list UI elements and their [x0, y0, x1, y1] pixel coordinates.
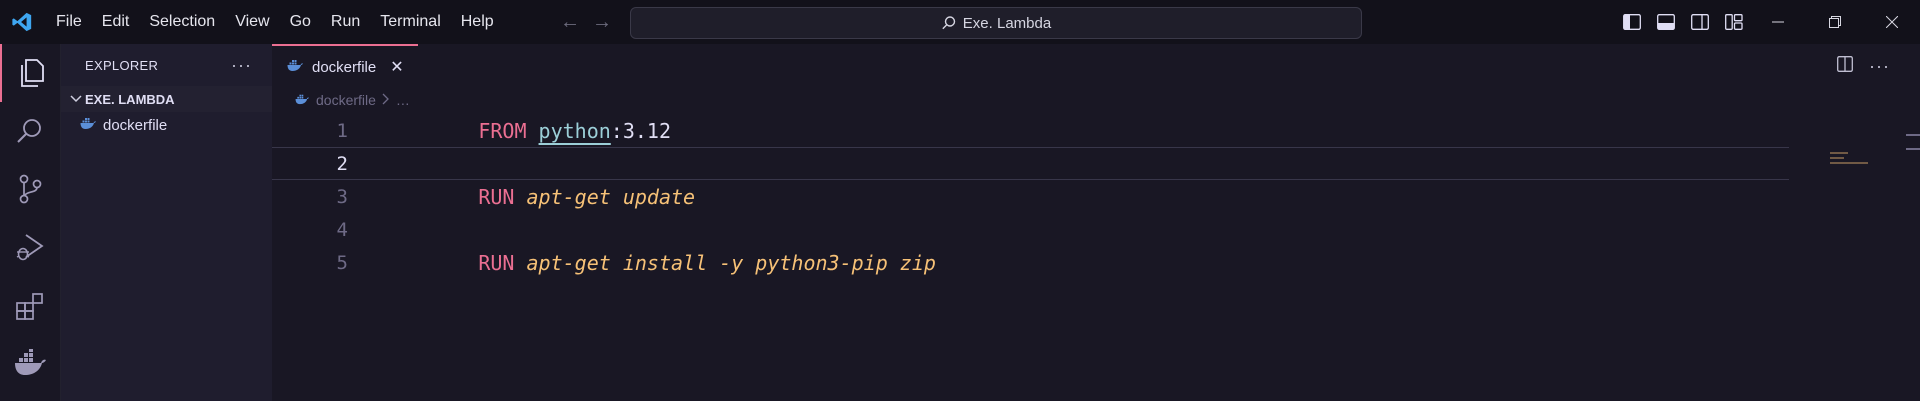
code-command: apt-get install -y python3-pip zip: [526, 250, 936, 275]
docker-file-icon: [79, 116, 97, 134]
files-icon[interactable]: [0, 44, 62, 102]
minimize-icon[interactable]: [1749, 0, 1806, 44]
search-icon: [942, 16, 955, 30]
explorer-sidebar: EXPLORER ··· EXE. LAMBDA dockerfile: [61, 44, 272, 401]
minimap[interactable]: [1830, 152, 1880, 172]
folder-name: EXE. LAMBDA: [85, 91, 175, 107]
vscode-logo-icon: [0, 0, 44, 44]
file-tree-item[interactable]: dockerfile: [61, 112, 272, 138]
menu-file[interactable]: File: [46, 0, 92, 44]
line-number: 2: [336, 152, 348, 175]
code-image-name: python: [538, 118, 611, 143]
close-icon[interactable]: [1863, 0, 1920, 44]
forward-arrow-icon[interactable]: →: [592, 11, 612, 34]
tab-close-icon[interactable]: ✕: [390, 57, 403, 77]
code-keyword: RUN: [478, 184, 515, 209]
code-keyword: RUN: [478, 250, 515, 275]
search-icon[interactable]: [0, 102, 60, 160]
editor-tab-bar: dockerfile ✕ ···: [272, 44, 1920, 88]
layout-controls: [1620, 0, 1746, 44]
line-number: 4: [336, 218, 348, 241]
line-number: 3: [336, 185, 348, 208]
menu-view[interactable]: View: [225, 0, 279, 44]
back-arrow-icon[interactable]: ←: [560, 11, 580, 34]
code-line[interactable]: 3 RUN apt-get update: [272, 180, 1920, 213]
sidebar-header: EXPLORER ···: [61, 44, 272, 86]
docker-file-icon: [286, 58, 304, 76]
docker-icon[interactable]: [0, 334, 60, 392]
activity-bar: [0, 44, 61, 401]
menu-edit[interactable]: Edit: [92, 0, 140, 44]
code-editor[interactable]: 1 FROM python:3.12 2 3 RUN apt-get updat…: [272, 114, 1920, 279]
menu-run[interactable]: Run: [321, 0, 370, 44]
line-number: 5: [336, 251, 348, 274]
customize-layout-icon[interactable]: [1722, 10, 1746, 34]
source-control-icon[interactable]: [0, 160, 60, 218]
docker-file-icon: [294, 92, 310, 108]
menu-selection[interactable]: Selection: [139, 0, 225, 44]
editor-tab-dockerfile[interactable]: dockerfile ✕: [272, 44, 418, 88]
title-bar: File Edit Selection View Go Run Terminal…: [0, 0, 1920, 44]
toggle-panel-icon[interactable]: [1654, 10, 1678, 34]
editor-actions: ···: [1837, 44, 1890, 88]
menu-terminal[interactable]: Terminal: [370, 0, 450, 44]
chevron-down-icon: [67, 95, 85, 103]
code-keyword: FROM: [478, 118, 527, 143]
menu-help[interactable]: Help: [451, 0, 504, 44]
code-command: apt-get update: [526, 184, 696, 209]
tab-label: dockerfile: [312, 58, 377, 76]
sidebar-title: EXPLORER: [85, 57, 159, 73]
command-center-label: Exe. Lambda: [962, 14, 1052, 32]
extensions-icon[interactable]: [0, 276, 60, 334]
editor-area: dockerfile ✕ ··· dockerfile … 1 FROM pyt…: [272, 44, 1920, 401]
code-line[interactable]: 1 FROM python:3.12: [272, 114, 1920, 147]
restore-icon[interactable]: [1806, 0, 1863, 44]
run-debug-icon[interactable]: [0, 218, 60, 276]
toggle-primary-sidebar-icon[interactable]: [1620, 10, 1644, 34]
breadcrumb-file[interactable]: dockerfile: [316, 92, 376, 108]
menu-bar: File Edit Selection View Go Run Terminal…: [46, 0, 504, 44]
more-actions-icon[interactable]: ···: [231, 55, 252, 76]
window-controls: [1749, 0, 1920, 44]
navigation-arrows: ← →: [560, 0, 612, 44]
menu-go[interactable]: Go: [280, 0, 321, 44]
editor-more-actions-icon[interactable]: ···: [1869, 56, 1890, 77]
line-number: 1: [336, 119, 348, 142]
command-center-search[interactable]: Exe. Lambda: [630, 7, 1362, 39]
overview-ruler: [1906, 134, 1920, 162]
toggle-secondary-sidebar-icon[interactable]: [1688, 10, 1712, 34]
folder-section-header[interactable]: EXE. LAMBDA: [61, 86, 272, 112]
code-line[interactable]: 5 RUN apt-get install -y python3-pip zip: [272, 246, 1920, 279]
code-image-tag: :3.12: [610, 118, 672, 143]
file-name: dockerfile: [103, 116, 168, 134]
split-editor-icon[interactable]: [1837, 55, 1853, 77]
